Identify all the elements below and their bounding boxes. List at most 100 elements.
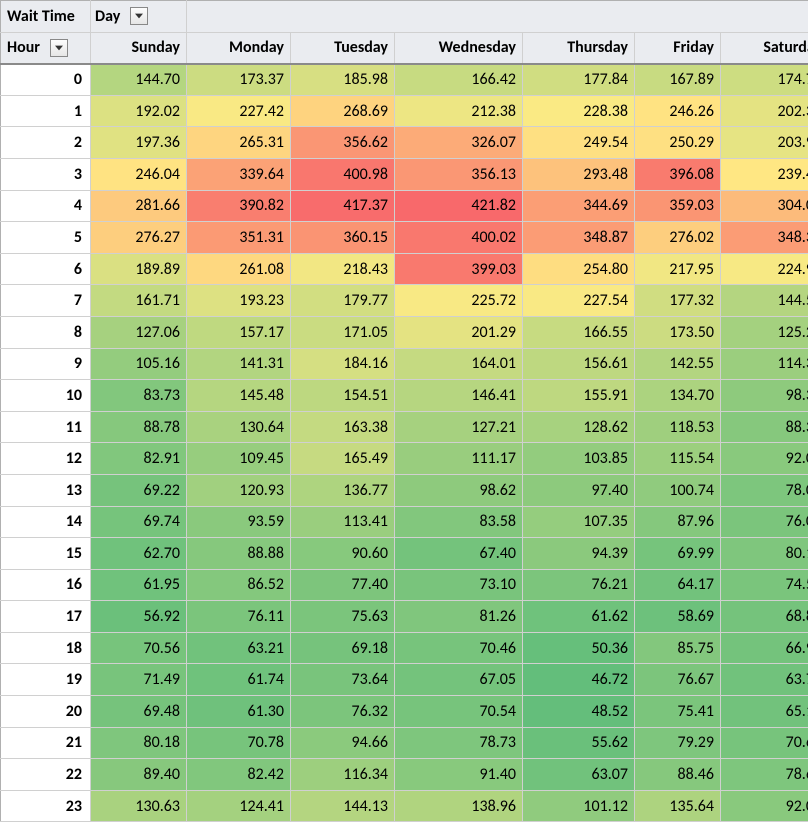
heatmap-cell[interactable]: 134.70 (635, 380, 721, 412)
heatmap-cell[interactable]: 304.07 (721, 190, 808, 222)
heatmap-cell[interactable]: 396.08 (635, 158, 721, 190)
heatmap-cell[interactable]: 177.32 (635, 285, 721, 317)
heatmap-cell[interactable]: 70.54 (395, 696, 523, 728)
heatmap-cell[interactable]: 265.31 (187, 127, 291, 159)
row-header[interactable]: 18 (1, 632, 91, 664)
heatmap-cell[interactable]: 94.39 (523, 538, 635, 570)
row-header[interactable]: 10 (1, 380, 91, 412)
heatmap-cell[interactable]: 141.31 (187, 348, 291, 380)
heatmap-cell[interactable]: 246.26 (635, 95, 721, 127)
heatmap-cell[interactable]: 78.01 (721, 474, 808, 506)
heatmap-cell[interactable]: 116.34 (291, 759, 395, 791)
heatmap-cell[interactable]: 93.59 (187, 506, 291, 538)
heatmap-cell[interactable]: 88.88 (187, 538, 291, 570)
heatmap-cell[interactable]: 97.40 (523, 474, 635, 506)
heatmap-cell[interactable]: 86.52 (187, 569, 291, 601)
heatmap-cell[interactable]: 360.15 (291, 222, 395, 254)
heatmap-cell[interactable]: 128.62 (523, 411, 635, 443)
heatmap-cell[interactable]: 326.07 (395, 127, 523, 159)
heatmap-cell[interactable]: 127.21 (395, 411, 523, 443)
heatmap-cell[interactable]: 165.49 (291, 443, 395, 475)
heatmap-cell[interactable]: 75.41 (635, 696, 721, 728)
heatmap-cell[interactable]: 63.21 (187, 632, 291, 664)
heatmap-cell[interactable]: 177.84 (523, 64, 635, 96)
heatmap-cell[interactable]: 50.36 (523, 632, 635, 664)
heatmap-cell[interactable]: 173.37 (187, 64, 291, 96)
row-header[interactable]: 13 (1, 474, 91, 506)
heatmap-cell[interactable]: 268.69 (291, 95, 395, 127)
heatmap-cell[interactable]: 161.71 (91, 285, 187, 317)
heatmap-cell[interactable]: 227.42 (187, 95, 291, 127)
heatmap-cell[interactable]: 185.98 (291, 64, 395, 96)
heatmap-cell[interactable]: 144.13 (291, 790, 395, 822)
heatmap-cell[interactable]: 66.97 (721, 632, 808, 664)
heatmap-cell[interactable]: 81.26 (395, 601, 523, 633)
heatmap-cell[interactable]: 400.02 (395, 222, 523, 254)
row-header[interactable]: 1 (1, 95, 91, 127)
heatmap-cell[interactable]: 239.40 (721, 158, 808, 190)
heatmap-cell[interactable]: 130.63 (91, 790, 187, 822)
heatmap-cell[interactable]: 228.38 (523, 95, 635, 127)
heatmap-cell[interactable]: 281.66 (91, 190, 187, 222)
heatmap-cell[interactable]: 71.49 (91, 664, 187, 696)
heatmap-cell[interactable]: 124.41 (187, 790, 291, 822)
heatmap-cell[interactable]: 92.01 (721, 790, 808, 822)
heatmap-cell[interactable]: 157.17 (187, 316, 291, 348)
heatmap-cell[interactable]: 88.31 (721, 411, 808, 443)
hour-filter-button[interactable] (50, 39, 68, 57)
heatmap-cell[interactable]: 136.77 (291, 474, 395, 506)
row-header[interactable]: 4 (1, 190, 91, 222)
heatmap-cell[interactable]: 138.96 (395, 790, 523, 822)
row-header[interactable]: 15 (1, 538, 91, 570)
heatmap-cell[interactable]: 115.54 (635, 443, 721, 475)
heatmap-cell[interactable]: 224.93 (721, 253, 808, 285)
heatmap-cell[interactable]: 130.64 (187, 411, 291, 443)
heatmap-cell[interactable]: 74.51 (721, 569, 808, 601)
heatmap-cell[interactable]: 91.40 (395, 759, 523, 791)
row-header[interactable]: 9 (1, 348, 91, 380)
heatmap-cell[interactable]: 89.40 (91, 759, 187, 791)
heatmap-cell[interactable]: 339.64 (187, 158, 291, 190)
row-header[interactable]: 8 (1, 316, 91, 348)
heatmap-cell[interactable]: 399.03 (395, 253, 523, 285)
heatmap-cell[interactable]: 82.91 (91, 443, 187, 475)
heatmap-cell[interactable]: 69.18 (291, 632, 395, 664)
heatmap-cell[interactable]: 46.72 (523, 664, 635, 696)
heatmap-cell[interactable]: 94.66 (291, 727, 395, 759)
heatmap-cell[interactable]: 73.10 (395, 569, 523, 601)
heatmap-cell[interactable]: 100.74 (635, 474, 721, 506)
row-header[interactable]: 3 (1, 158, 91, 190)
row-header[interactable]: 17 (1, 601, 91, 633)
heatmap-cell[interactable]: 83.58 (395, 506, 523, 538)
heatmap-cell[interactable]: 70.60 (721, 727, 808, 759)
col-header[interactable]: Wednesday (395, 32, 523, 64)
heatmap-cell[interactable]: 76.05 (721, 506, 808, 538)
heatmap-cell[interactable]: 144.59 (721, 285, 808, 317)
heatmap-cell[interactable]: 156.61 (523, 348, 635, 380)
heatmap-cell[interactable]: 250.29 (635, 127, 721, 159)
heatmap-cell[interactable]: 70.56 (91, 632, 187, 664)
heatmap-cell[interactable]: 75.63 (291, 601, 395, 633)
heatmap-cell[interactable]: 164.01 (395, 348, 523, 380)
heatmap-cell[interactable]: 69.48 (91, 696, 187, 728)
row-header[interactable]: 21 (1, 727, 91, 759)
heatmap-cell[interactable]: 125.22 (721, 316, 808, 348)
heatmap-cell[interactable]: 113.41 (291, 506, 395, 538)
heatmap-cell[interactable]: 73.64 (291, 664, 395, 696)
heatmap-cell[interactable]: 65.13 (721, 696, 808, 728)
heatmap-cell[interactable]: 61.95 (91, 569, 187, 601)
heatmap-cell[interactable]: 254.80 (523, 253, 635, 285)
heatmap-cell[interactable]: 155.91 (523, 380, 635, 412)
heatmap-cell[interactable]: 48.52 (523, 696, 635, 728)
row-header[interactable]: 6 (1, 253, 91, 285)
heatmap-cell[interactable]: 293.48 (523, 158, 635, 190)
heatmap-cell[interactable]: 146.41 (395, 380, 523, 412)
heatmap-cell[interactable]: 83.73 (91, 380, 187, 412)
heatmap-cell[interactable]: 212.38 (395, 95, 523, 127)
heatmap-cell[interactable]: 98.34 (721, 380, 808, 412)
heatmap-cell[interactable]: 61.30 (187, 696, 291, 728)
heatmap-cell[interactable]: 88.46 (635, 759, 721, 791)
heatmap-cell[interactable]: 68.83 (721, 601, 808, 633)
heatmap-cell[interactable]: 76.67 (635, 664, 721, 696)
row-header[interactable]: 0 (1, 64, 91, 96)
